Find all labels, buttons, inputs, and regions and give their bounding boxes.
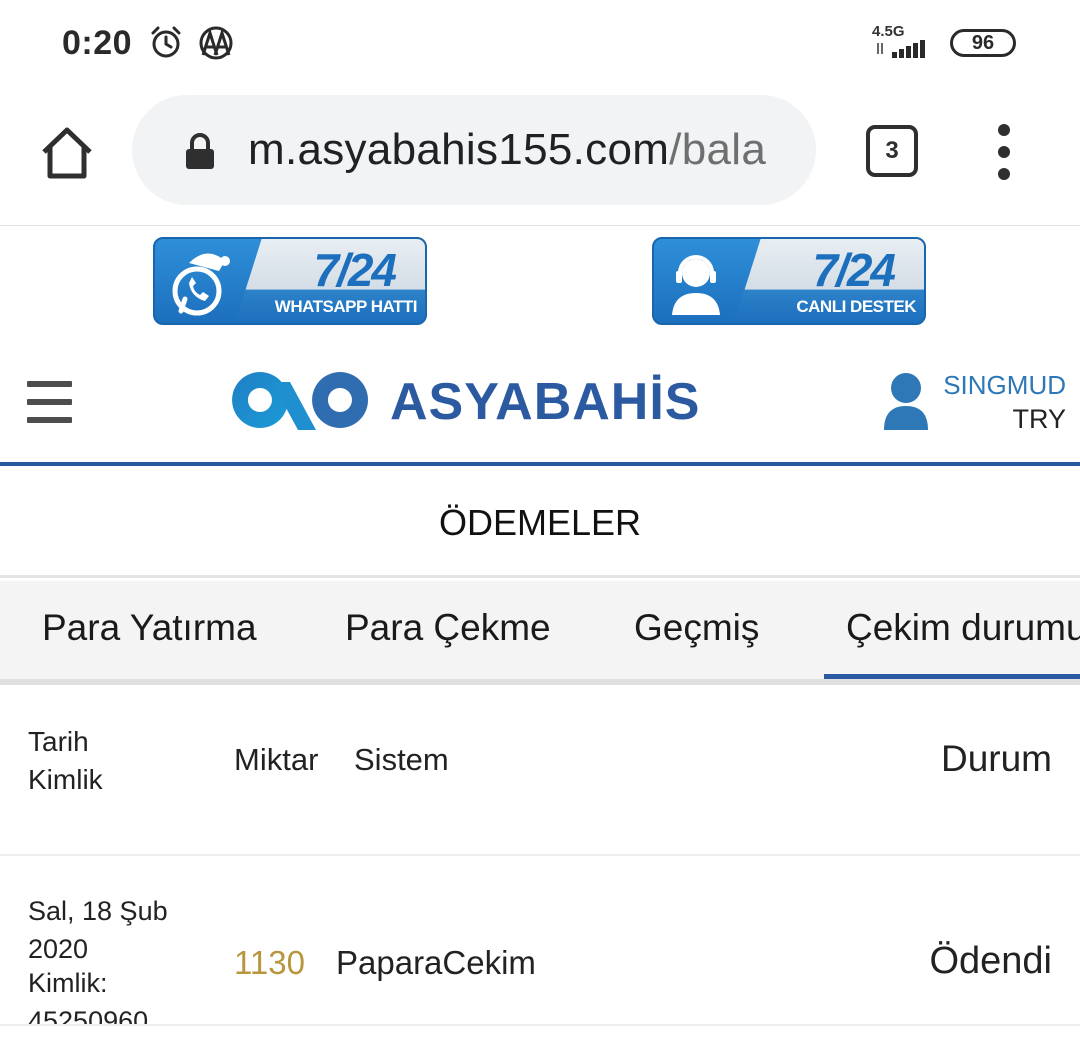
table-row: Sal, 18 Şub 2020 Kimlik: 45250960 1130 P… [0, 858, 1080, 1026]
url-path: /bala [669, 125, 767, 174]
banner-small-text: CANLI DESTEK [796, 297, 916, 316]
status-time: 0:20 [62, 24, 133, 62]
tabs-icon[interactable]: 3 [866, 125, 918, 177]
tab-deposit[interactable]: Para Yatırma [42, 607, 257, 649]
more-vert-icon[interactable] [986, 122, 1022, 182]
row-id: 45250960 [28, 1006, 149, 1026]
row-status: Ödendi [929, 940, 1052, 982]
header-date: Tarih [28, 726, 89, 757]
tab-history[interactable]: Geçmiş [634, 607, 759, 649]
logo-mark-icon [232, 372, 369, 430]
row-id-label: Kimlik: [28, 968, 108, 998]
user-icon[interactable] [882, 372, 930, 430]
tab-withdraw-status[interactable]: Çekim durumu [846, 607, 1080, 649]
network-type: 4.5G [872, 23, 905, 40]
row-amount: 1130 [234, 944, 305, 981]
row-system: PaparaCekim [336, 944, 536, 981]
banner-big-text: 7/24 [313, 244, 397, 296]
table-header: Tarih Kimlik Miktar Sistem Durum [0, 690, 1080, 856]
row-date: Sal, 18 Şub 2020 [28, 896, 168, 964]
banner-small-text: WHATSAPP HATTI [274, 297, 418, 316]
headset-agent-icon [672, 255, 720, 315]
page-title: ÖDEMELER [0, 470, 1080, 578]
site-logo[interactable]: ASYABAHİS [220, 360, 740, 440]
battery-icon: 96 [950, 29, 1016, 57]
hamburger-menu-icon[interactable] [27, 381, 72, 423]
tab-withdraw[interactable]: Para Çekme [345, 607, 551, 649]
payment-tabs: Para Yatırma Para Çekme Geçmiş Çekim dur… [0, 581, 1080, 685]
site-header: ASYABAHİS SINGMUD TRY [0, 340, 1080, 466]
browser-toolbar: m.asyabahis155.com/bala 3 [0, 88, 1080, 226]
username-link[interactable]: SINGMUD [943, 370, 1066, 401]
user-currency: TRY [1012, 404, 1066, 434]
logo-text: ASYABAHİS [390, 373, 701, 431]
active-tab-indicator [824, 674, 1080, 679]
lock-icon [186, 133, 214, 169]
whatsapp-banner[interactable]: 7/24 WHATSAPP HATTI [153, 237, 427, 325]
signal-icon [877, 40, 925, 58]
header-status: Durum [940, 738, 1052, 779]
url-host: m.asyabahis155.com [248, 125, 670, 174]
url-text: m.asyabahis155.com/bala [248, 125, 766, 175]
aa-news-icon [199, 26, 233, 60]
live-support-banner[interactable]: 7/24 CANLI DESTEK [652, 237, 926, 325]
header-id: Kimlik [28, 764, 103, 795]
header-amount: Miktar [234, 742, 319, 777]
status-bar: 0:20 4.5G 96 [0, 0, 1080, 88]
alarm-icon [151, 26, 181, 58]
header-system: Sistem [354, 742, 449, 777]
home-icon[interactable] [36, 122, 98, 184]
whatsapp-icon [172, 253, 230, 316]
banner-big-text: 7/24 [812, 244, 896, 296]
address-bar[interactable]: m.asyabahis155.com/bala [132, 95, 816, 205]
